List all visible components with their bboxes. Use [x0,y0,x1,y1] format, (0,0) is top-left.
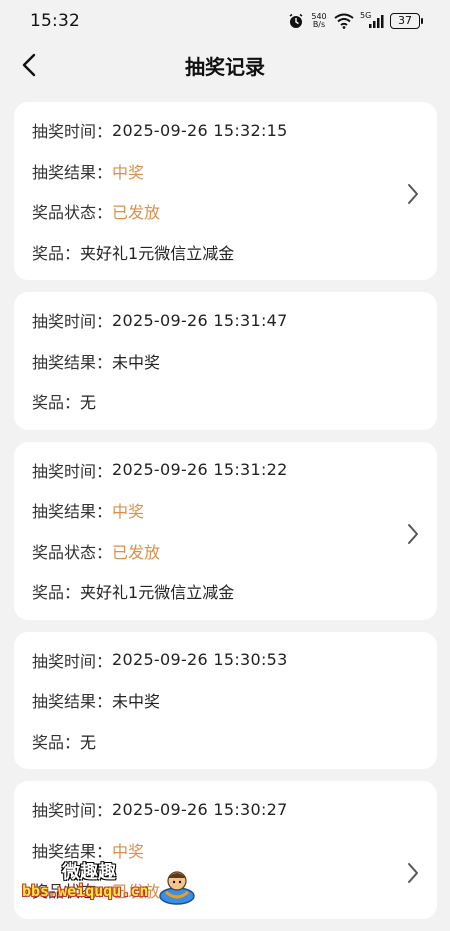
record-time-row: 抽奖时间： 2025-09-26 15:31:22 [32,450,419,491]
time-label: 抽奖时间： [32,651,113,671]
status-value: 已发放 [112,542,161,562]
status-label: 奖品状态： [32,542,113,562]
prize-value: 夹好礼1元微信立减金 [80,583,235,603]
time-label: 抽奖时间： [32,461,113,481]
time-value: 2025-09-26 15:30:27 [112,799,288,819]
record-result-row: 抽奖结果： 未中奖 [32,680,419,721]
chevron-right-icon[interactable] [405,861,421,885]
time-value: 2025-09-26 15:31:47 [112,310,288,330]
battery-level: 37 [398,14,412,27]
mascot-icon [159,871,195,905]
chevron-left-icon [22,53,36,77]
record-status-row: 奖品状态： 已发放 [32,531,419,572]
network-speed: 540 B/s [310,13,328,29]
status-bar: 15:32 540 B/s 5G 37 [0,0,450,42]
status-time: 15:32 [30,11,80,31]
alarm-icon [289,13,303,28]
status-icons: 540 B/s 5G 37 [288,11,423,29]
record-result-row: 抽奖结果： 中奖 [32,490,419,531]
result-label: 抽奖结果： [32,502,113,522]
prize-label: 奖品： [32,583,81,603]
record-card[interactable]: 抽奖时间： 2025-09-26 15:32:15 抽奖结果： 中奖 奖品状态：… [14,102,437,280]
record-prize-row: 奖品： 夹好礼1元微信立减金 [32,571,419,612]
record-prize-row: 奖品： 无 [32,381,419,422]
prize-value: 无 [80,732,97,752]
time-value: 2025-09-26 15:31:22 [112,460,288,480]
watermark: 微趣趣 bbs.weiququ.cn [22,858,222,918]
battery-icon: 37 [390,13,423,29]
chevron-right-icon[interactable] [405,522,421,546]
back-button[interactable] [14,50,44,80]
time-value: 2025-09-26 15:32:15 [112,120,288,140]
result-label: 抽奖结果： [32,692,113,712]
signal-icon: 5G [360,11,384,29]
prize-label: 奖品： [32,732,81,752]
time-label: 抽奖时间： [32,122,113,142]
watermark-url: bbs.weiququ.cn [22,882,149,900]
record-prize-row: 奖品： 无 [32,721,419,762]
result-value: 未中奖 [112,352,161,372]
prize-value: 夹好礼1元微信立减金 [80,243,235,263]
time-label: 抽奖时间： [32,312,113,332]
record-card[interactable]: 抽奖时间： 2025-09-26 15:31:22 抽奖结果： 中奖 奖品状态：… [14,441,437,620]
record-card: 抽奖时间： 2025-09-26 15:31:47 抽奖结果： 未中奖 奖品： … [14,292,437,430]
speed-unit: B/s [312,20,326,29]
record-card: 抽奖时间： 2025-09-26 15:30:53 抽奖结果： 未中奖 奖品： … [14,631,437,769]
record-prize-row: 奖品： 夹好礼1元微信立减金 [32,232,419,273]
result-label: 抽奖结果： [32,352,113,372]
record-time-row: 抽奖时间： 2025-09-26 15:32:15 [32,110,419,151]
prize-value: 无 [80,393,97,413]
record-result-row: 抽奖结果： 中奖 [32,151,419,192]
page-title: 抽奖记录 [185,54,265,79]
record-time-row: 抽奖时间： 2025-09-26 15:30:27 [32,789,419,830]
navigation-header: 抽奖记录 [0,42,450,88]
time-label: 抽奖时间： [32,801,113,821]
wifi-icon [334,13,354,29]
status-value: 已发放 [112,203,161,223]
lottery-record-list: 抽奖时间： 2025-09-26 15:32:15 抽奖结果： 中奖 奖品状态：… [14,102,437,931]
status-label: 奖品状态： [32,203,113,223]
time-value: 2025-09-26 15:30:53 [112,650,288,670]
watermark-title: 微趣趣 [62,862,116,883]
result-value: 未中奖 [112,692,161,712]
prize-label: 奖品： [32,243,81,263]
record-status-row: 奖品状态： 已发放 [32,191,419,232]
result-value: 中奖 [112,502,145,522]
record-result-row: 抽奖结果： 未中奖 [32,341,419,382]
record-time-row: 抽奖时间： 2025-09-26 15:30:53 [32,640,419,681]
result-label: 抽奖结果： [32,162,113,182]
chevron-right-icon[interactable] [405,182,421,206]
prize-label: 奖品： [32,393,81,413]
result-value: 中奖 [112,162,145,182]
record-time-row: 抽奖时间： 2025-09-26 15:31:47 [32,300,419,341]
